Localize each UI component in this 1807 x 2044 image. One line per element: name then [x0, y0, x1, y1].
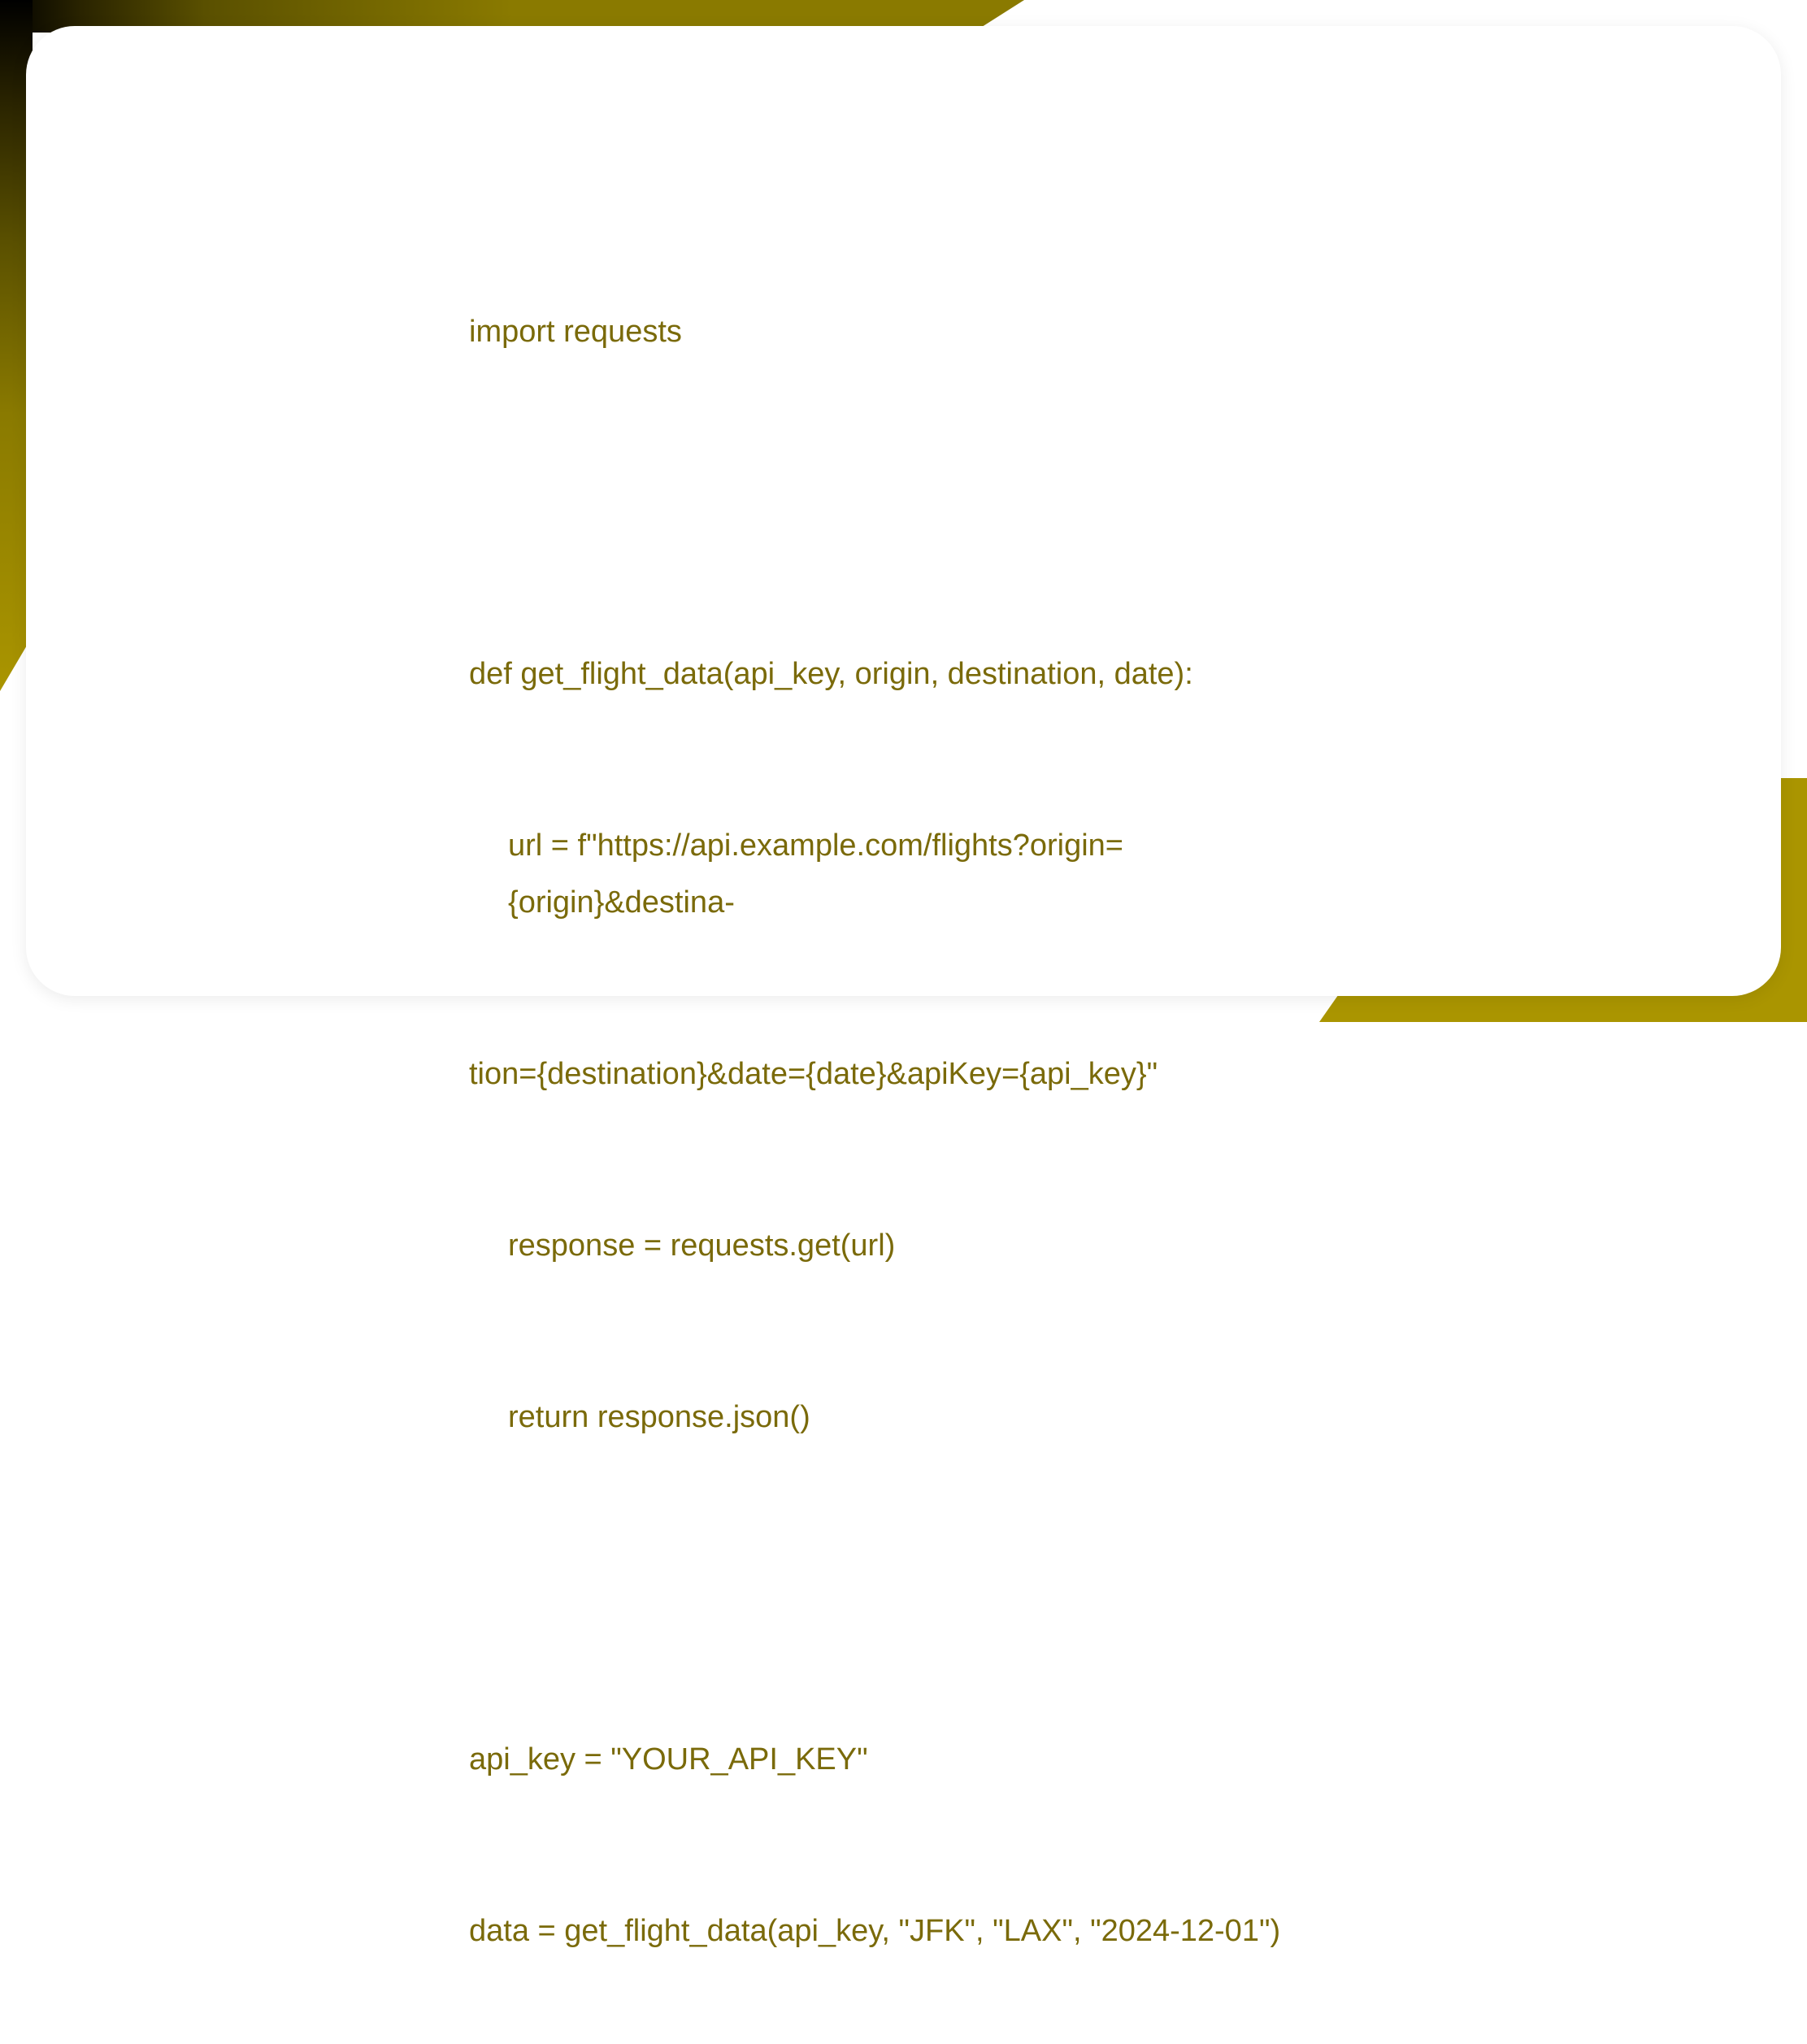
- code-line-return: return response.json(): [469, 1389, 1338, 1446]
- code-block: import requests def get_flight_data(api_…: [469, 189, 1338, 2044]
- code-line-import: import requests: [469, 303, 1338, 360]
- code-line-data: data = get_flight_data(api_key, "JFK", "…: [469, 1903, 1338, 1959]
- code-line-apikey: api_key = "YOUR_API_KEY": [469, 1731, 1338, 1788]
- blank-line: [469, 1560, 1338, 1617]
- blank-line: [469, 474, 1338, 531]
- slide-card: import requests def get_flight_data(api_…: [26, 26, 1781, 996]
- code-line-def: def get_flight_data(api_key, origin, des…: [469, 646, 1338, 702]
- code-line-response: response = requests.get(url): [469, 1217, 1338, 1274]
- code-line-url: url = f"https://api.example.com/flights?…: [469, 817, 1338, 932]
- code-line-url-cont: tion={destination}&date={date}&apiKey={a…: [469, 1046, 1338, 1102]
